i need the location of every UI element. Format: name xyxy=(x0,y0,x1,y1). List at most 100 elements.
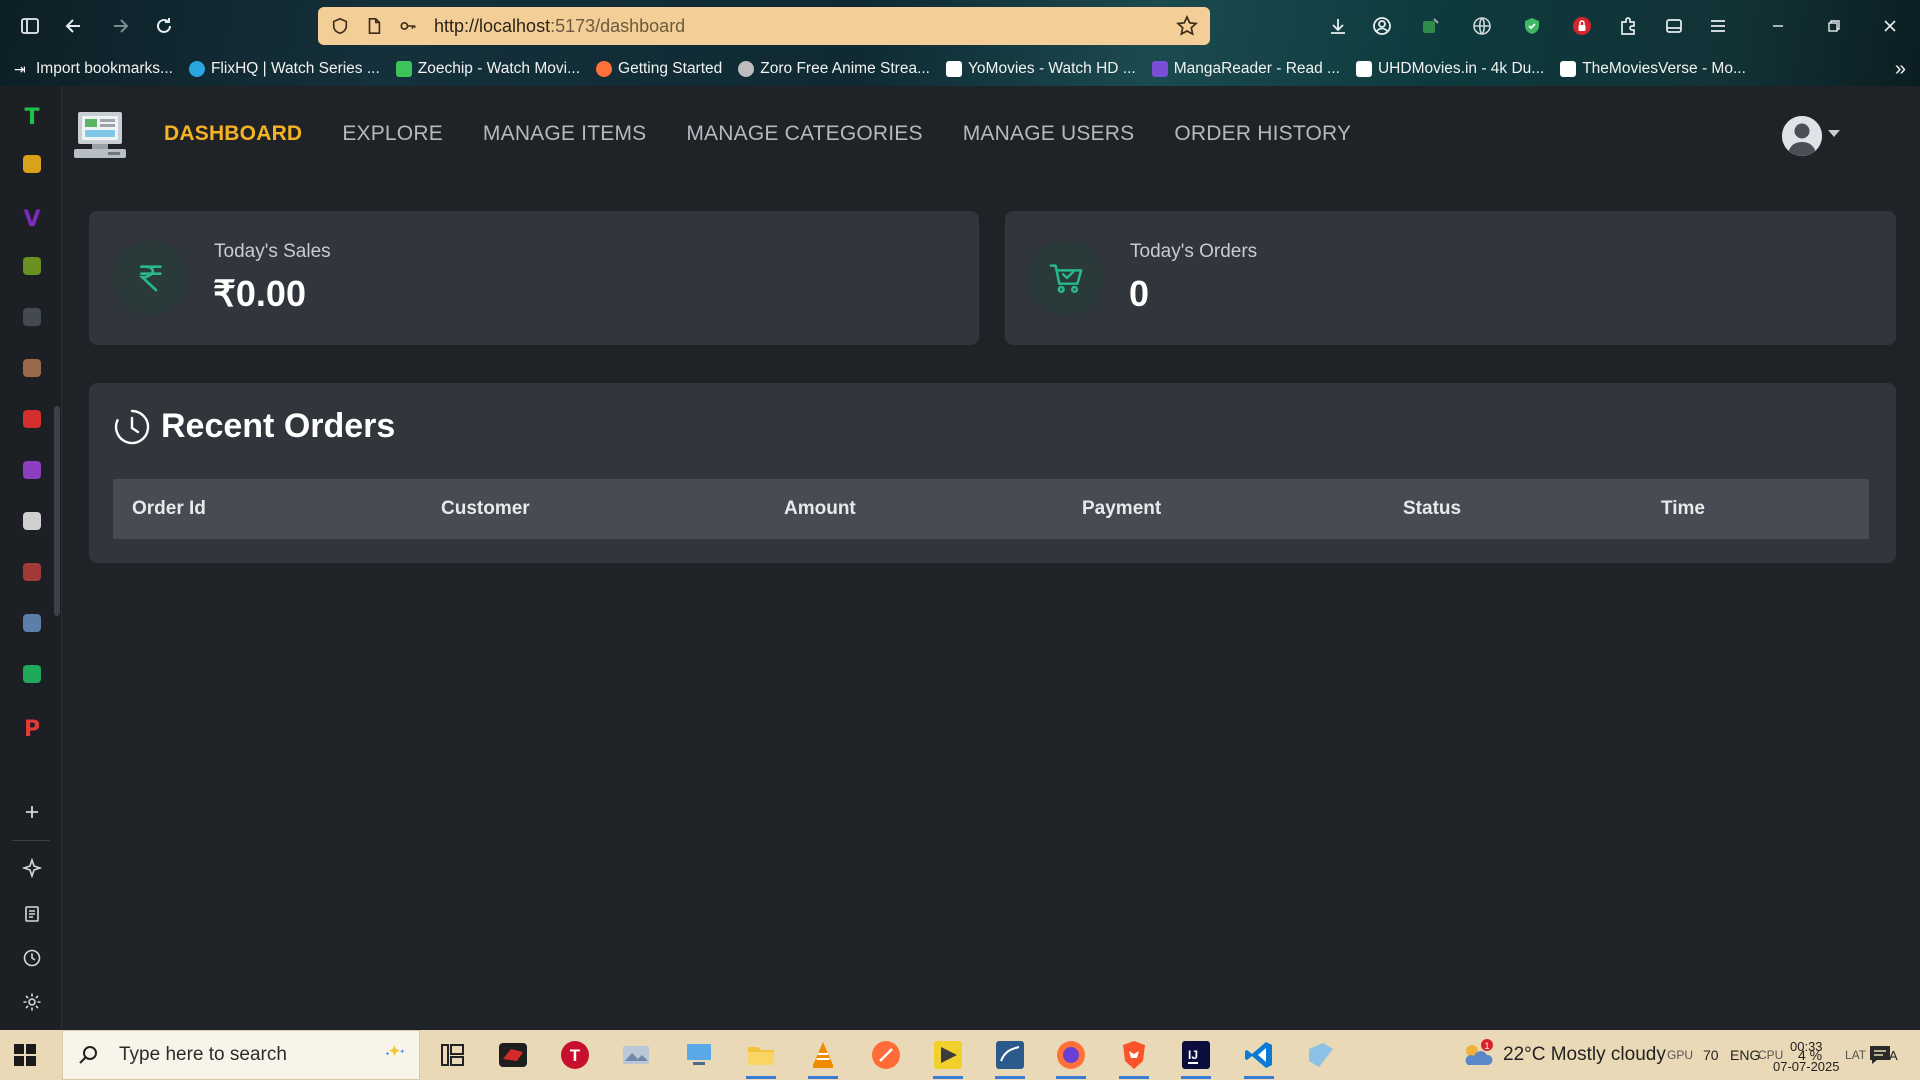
menu-icon[interactable] xyxy=(1702,10,1734,42)
user-avatar[interactable] xyxy=(1782,116,1822,156)
sidepanel-item-10[interactable] xyxy=(23,563,41,581)
nav-manage-categories[interactable]: MANAGE CATEGORIES xyxy=(686,122,922,146)
bookmark-item[interactable]: FlixHQ | Watch Series ... xyxy=(188,60,380,78)
back-icon[interactable] xyxy=(58,10,90,42)
close-icon[interactable] xyxy=(1874,10,1906,42)
sidepanel-item-6[interactable] xyxy=(23,359,41,377)
taskbar-app-red-icon[interactable] xyxy=(497,1039,529,1071)
nav-manage-items[interactable]: MANAGE ITEMS xyxy=(483,122,646,146)
history-icon[interactable] xyxy=(20,946,44,970)
minimize-icon[interactable] xyxy=(1762,10,1794,42)
side-panel-scrollbar[interactable] xyxy=(54,406,60,616)
svg-text:T: T xyxy=(570,1046,581,1065)
taskbar-app-photos-icon[interactable] xyxy=(620,1039,652,1071)
sidepanel-item-9[interactable] xyxy=(23,512,41,530)
sidepanel-item-5[interactable] xyxy=(23,308,41,326)
firefox-icon[interactable] xyxy=(1055,1039,1087,1071)
windows-start-icon[interactable] xyxy=(14,1044,36,1066)
notifications-icon[interactable] xyxy=(1868,1044,1892,1066)
svg-text:1: 1 xyxy=(1484,1041,1489,1051)
sidepanel-item-13[interactable]: P xyxy=(19,716,45,742)
clock-date[interactable]: 07-07-2025 xyxy=(1773,1041,1840,1080)
nav-order-history[interactable]: ORDER HISTORY xyxy=(1174,122,1351,146)
extension-green-icon[interactable] xyxy=(1414,10,1446,42)
tab-view-icon[interactable] xyxy=(1658,10,1690,42)
nav-explore[interactable]: EXPLORE xyxy=(342,122,443,146)
taskbar-app-yellow-icon[interactable] xyxy=(932,1039,964,1071)
bookmark-item[interactable]: UHDMovies.in - 4k Du... xyxy=(1355,60,1544,78)
brave-icon[interactable] xyxy=(1118,1039,1150,1071)
bookmark-item[interactable]: Zoro Free Anime Strea... xyxy=(738,60,930,78)
column-payment[interactable]: Payment xyxy=(1082,498,1161,520)
nav-manage-users[interactable]: MANAGE USERS xyxy=(963,122,1135,146)
lock-extension-icon[interactable] xyxy=(1566,10,1598,42)
extensions-puzzle-icon[interactable] xyxy=(1612,10,1644,42)
profile-dropdown-caret-icon[interactable] xyxy=(1828,130,1840,137)
svg-text:IJ: IJ xyxy=(1188,1048,1198,1062)
downloads-icon[interactable] xyxy=(1322,10,1354,42)
globe-icon[interactable] xyxy=(1466,10,1498,42)
ai-sparkle-icon[interactable] xyxy=(20,856,44,880)
recent-orders-card: Recent Orders Order Id Customer Amount P… xyxy=(89,383,1896,563)
add-panel-icon[interactable] xyxy=(20,800,44,824)
bookmark-item[interactable]: TheMoviesVerse - Mo... xyxy=(1560,60,1746,78)
app-logo-icon[interactable] xyxy=(74,110,126,160)
key-icon[interactable] xyxy=(396,14,420,38)
column-customer[interactable]: Customer xyxy=(441,498,530,520)
sidebar-toggle-icon[interactable] xyxy=(14,10,46,42)
search-placeholder: Type here to search xyxy=(119,1044,287,1065)
restore-icon[interactable] xyxy=(1818,10,1850,42)
postman-icon[interactable] xyxy=(870,1039,902,1071)
ublock-shield-icon[interactable] xyxy=(1516,10,1548,42)
sidepanel-item-4[interactable] xyxy=(23,257,41,275)
sidepanel-item-1[interactable]: T xyxy=(19,104,45,130)
vlc-icon[interactable] xyxy=(807,1039,839,1071)
sidepanel-item-12[interactable] xyxy=(23,665,41,683)
weather-cloudy-icon[interactable]: 1 xyxy=(1460,1039,1494,1071)
sidepanel-item-11[interactable] xyxy=(23,614,41,632)
column-amount[interactable]: Amount xyxy=(784,498,856,520)
windows-taskbar: Type here to search T IJ 1 22°C Mostly c… xyxy=(0,1030,1920,1080)
column-time[interactable]: Time xyxy=(1661,498,1705,520)
reload-icon[interactable] xyxy=(148,10,180,42)
taskbar-search[interactable]: Type here to search xyxy=(62,1030,420,1080)
nav-dashboard[interactable]: DASHBOARD xyxy=(164,122,302,146)
sales-label: Today's Sales xyxy=(214,241,331,262)
url-text[interactable]: http://localhost:5173/dashboard xyxy=(434,16,685,37)
bookmark-item[interactable]: Getting Started xyxy=(596,60,722,78)
bookmark-item[interactable]: ⇥ Import bookmarks... xyxy=(14,60,173,78)
bookmark-item[interactable]: MangaReader - Read ... xyxy=(1151,60,1340,78)
file-explorer-icon[interactable] xyxy=(745,1039,777,1071)
account-icon[interactable] xyxy=(1366,10,1398,42)
reader-icon[interactable] xyxy=(20,902,44,926)
vscode-icon[interactable] xyxy=(1243,1039,1275,1071)
yomovies-favicon xyxy=(946,61,962,77)
zoro-favicon xyxy=(738,61,755,77)
cart-icon xyxy=(1029,241,1103,315)
weather-text[interactable]: 22°C Mostly cloudy xyxy=(1503,1030,1666,1080)
mysql-running-indicator xyxy=(995,1076,1025,1079)
taskbar-app-t-icon[interactable]: T xyxy=(559,1039,591,1071)
page-icon[interactable] xyxy=(362,14,386,38)
task-view-icon[interactable] xyxy=(436,1039,468,1071)
sidepanel-item-7[interactable] xyxy=(23,410,41,428)
settings-gear-icon[interactable] xyxy=(20,990,44,1014)
bookmark-item[interactable]: YoMovies - Watch HD ... xyxy=(946,60,1136,78)
column-status[interactable]: Status xyxy=(1403,498,1461,520)
mangareader-favicon xyxy=(1151,61,1168,77)
taskbar-app-pc-icon[interactable] xyxy=(683,1039,715,1071)
intellij-icon[interactable]: IJ xyxy=(1180,1039,1212,1071)
taskbar-app-blue-icon[interactable] xyxy=(1305,1039,1337,1071)
bookmark-item[interactable]: Zoechip - Watch Movi... xyxy=(395,60,580,78)
url-bar[interactable]: http://localhost:5173/dashboard xyxy=(318,7,1210,45)
column-order-id[interactable]: Order Id xyxy=(132,498,206,520)
forward-icon[interactable] xyxy=(104,10,136,42)
sidepanel-item-3[interactable]: V xyxy=(19,206,45,232)
mysql-workbench-icon[interactable] xyxy=(994,1039,1026,1071)
shield-icon[interactable] xyxy=(328,14,352,38)
bookmarks-overflow-icon[interactable]: » xyxy=(1895,58,1906,81)
sidepanel-item-8[interactable] xyxy=(23,461,41,479)
language-indicator[interactable]: ENG xyxy=(1730,1030,1760,1080)
sidepanel-item-2[interactable] xyxy=(23,155,41,173)
bookmark-star-icon[interactable] xyxy=(1176,14,1198,37)
